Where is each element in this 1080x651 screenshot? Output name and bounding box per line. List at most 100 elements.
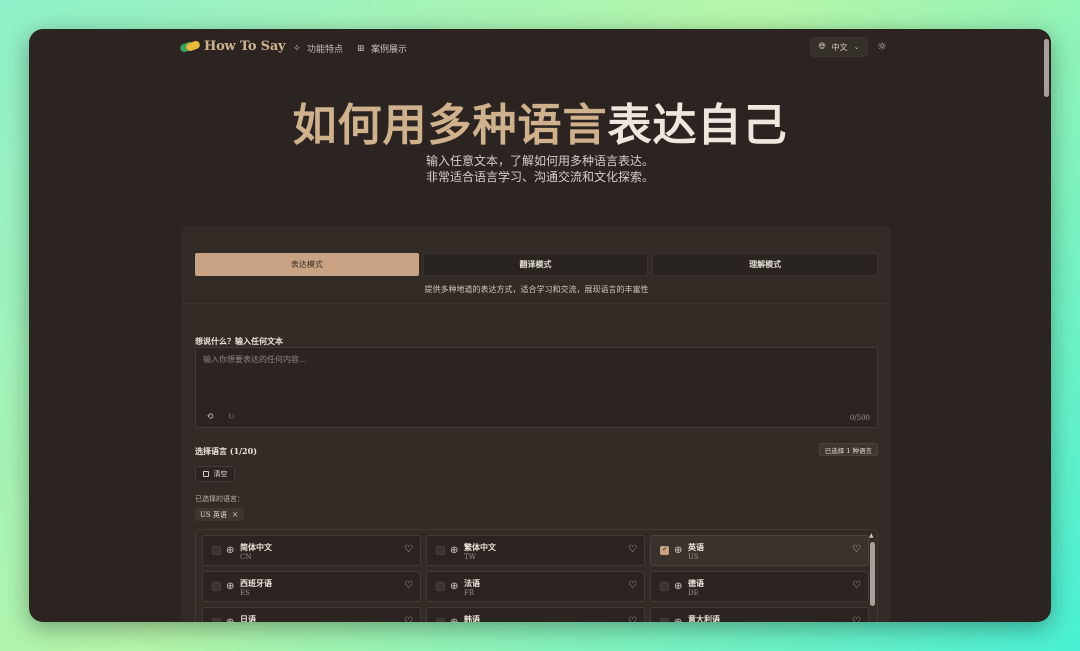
reset-icon[interactable]: ↻ — [225, 411, 237, 423]
checkbox[interactable] — [660, 582, 669, 591]
logo-text: How To Say — [204, 39, 286, 54]
nav-link-label: 案例展示 — [371, 45, 408, 55]
top-nav: How To Say ✧ 功能特点 ⊞ 案例展示 🌐︎ 中文 ⌄ ☼ — [179, 37, 890, 63]
tab-understand[interactable]: 理解模式 — [652, 253, 879, 276]
language-name: 繁体中文 — [464, 542, 496, 552]
checkbox[interactable] — [436, 582, 445, 591]
text-input-placeholder: 输入你想要表达的任何内容... — [203, 355, 307, 364]
language-code: FR — [464, 589, 475, 597]
language-code: DE — [688, 589, 699, 597]
language-name: 法语 — [464, 578, 480, 588]
language-code: ES — [240, 589, 250, 597]
mode-description: 提供多种地道的表达方式，适合学习和交流，展现语言的丰富性 — [424, 285, 649, 294]
checkbox[interactable] — [660, 618, 669, 622]
hero-title: 如何用多种语言表达自己 — [29, 89, 1051, 153]
globe-icon: ⊕ — [226, 545, 235, 556]
language-list: ⊕ 简体中文CN ♡ ⊕ 繁体中文TW ♡ ⊕ 英语US ♡ ⊕ 西班牙语ES ♡ ⊕ 法语FR ♡ ⊕ 德语D… — [195, 529, 878, 622]
language-option[interactable]: ⊕ 西班牙语 ES ♡ — [202, 571, 421, 602]
heart-icon[interactable]: ♡ — [628, 544, 637, 556]
clear-button[interactable]: 清空 — [195, 466, 235, 482]
language-name: 日语 — [240, 614, 256, 622]
selected-language-chip: US 英语 × — [195, 508, 244, 521]
language-option[interactable]: ⊕ 法语 FR ♡ — [426, 571, 645, 602]
language-name: 意大利语 — [688, 614, 720, 622]
text-input[interactable]: 输入你想要表达的任何内容... ⟲ ↻ 0/500 — [195, 347, 878, 428]
language-code: US — [688, 553, 699, 561]
checkbox[interactable] — [660, 545, 669, 555]
language-name: 韩语 — [464, 614, 480, 622]
grid-icon: ⊞ — [357, 43, 365, 54]
sparkles-icon: ✧ — [293, 43, 301, 54]
main-panel: 表达模式 翻译模式 理解模式 提供多种地道的表达方式，适合学习和交流，展现语言的… — [182, 226, 891, 622]
scroll-up-arrow-icon[interactable]: ▲ — [869, 532, 874, 539]
nav-link-showcase[interactable]: ⊞ 案例展示 — [357, 42, 408, 56]
language-code: CN — [240, 553, 252, 561]
language-grid: ⊕ 简体中文CN ♡ ⊕ 繁体中文TW ♡ ⊕ 英语US ♡ ⊕ 西班牙语ES ♡ ⊕ 法语FR ♡ ⊕ 德语D… — [202, 535, 869, 622]
language-option[interactable]: ⊕ 英语US ♡ — [650, 535, 869, 566]
language-option[interactable]: ⊕ 简体中文 CN ♡ — [202, 535, 421, 566]
checkbox[interactable] — [212, 582, 221, 591]
mode-tabs: 表达模式 翻译模式 理解模式 — [195, 253, 879, 276]
checkbox[interactable] — [212, 546, 221, 555]
nav-link-label: 功能特点 — [307, 45, 344, 55]
checkbox[interactable] — [212, 618, 221, 622]
app-window: How To Say ✧ 功能特点 ⊞ 案例展示 🌐︎ 中文 ⌄ ☼ 如何用多种… — [29, 29, 1051, 622]
globe-icon: ⊕ — [450, 581, 459, 592]
language-option[interactable]: ⊕ 日语 ♡ — [202, 607, 421, 622]
chosen-languages-label: 已选择的语言： — [195, 495, 244, 503]
globe-icon: ⊕ — [674, 617, 682, 622]
heart-icon[interactable]: ♡ — [628, 616, 637, 622]
hero-title-part2: 表达自己 — [607, 100, 788, 151]
theme-toggle-button[interactable]: ☼ — [874, 39, 890, 55]
language-name: 西班牙语 — [240, 578, 272, 588]
heart-icon[interactable]: ♡ — [404, 616, 413, 622]
globe-icon: ⊕ — [674, 545, 683, 556]
sun-icon: ☼ — [877, 40, 887, 53]
language-select-label: 中文 — [831, 42, 848, 52]
chip-label: US 英语 — [200, 510, 227, 519]
checkbox[interactable] — [436, 618, 445, 622]
checkbox[interactable] — [436, 546, 445, 555]
heart-icon[interactable]: ♡ — [852, 616, 861, 622]
history-icon[interactable]: ⟲ — [204, 411, 216, 423]
language-code: TW — [464, 553, 476, 561]
square-icon — [202, 471, 209, 477]
tab-express[interactable]: 表达模式 — [195, 253, 419, 276]
heart-icon[interactable]: ♡ — [628, 580, 637, 592]
language-option[interactable]: ⊕ 韩语 ♡ — [426, 607, 645, 622]
heart-icon[interactable]: ♡ — [852, 580, 861, 592]
tab-translate[interactable]: 翻译模式 — [422, 253, 649, 276]
chevron-down-icon: ⌄ — [853, 43, 860, 51]
hero-subtitle-line1: 输入任意文本，了解如何用多种语言表达。 — [425, 154, 654, 168]
globe-icon: ⊕ — [450, 545, 459, 556]
hero-title-part1: 如何用多种语言 — [292, 100, 608, 151]
language-option[interactable]: ⊕ 意大利语 ♡ — [650, 607, 869, 622]
heart-icon[interactable]: ♡ — [852, 544, 861, 556]
language-name: 德语 — [688, 578, 704, 588]
heart-icon[interactable]: ♡ — [404, 580, 413, 592]
language-section-title: 选择语言 (1/20) — [195, 446, 257, 456]
globe-icon: ⊕ — [450, 617, 458, 622]
logo[interactable]: How To Say — [179, 39, 286, 54]
char-counter: 0/500 — [849, 414, 870, 422]
globe-icon: 🌐︎ — [818, 42, 826, 52]
globe-icon: ⊕ — [226, 617, 234, 622]
logo-icon — [179, 39, 201, 54]
language-option[interactable]: ⊕ 德语 DE ♡ — [650, 571, 869, 602]
globe-icon: ⊕ — [226, 581, 235, 592]
divider — [182, 303, 891, 304]
close-icon[interactable]: × — [232, 510, 239, 519]
nav-link-features[interactable]: ✧ 功能特点 — [293, 42, 344, 56]
input-label: 想说什么？输入任何文本 — [195, 336, 283, 346]
language-name: 简体中文 — [240, 542, 272, 552]
selected-count-badge: 已选择 1 种语言 — [818, 443, 878, 456]
language-name: 英语 — [688, 542, 704, 552]
language-option[interactable]: ⊕ 繁体中文 TW ♡ — [426, 535, 645, 566]
language-list-scrollbar[interactable]: ▲ — [869, 532, 875, 622]
heart-icon[interactable]: ♡ — [404, 544, 413, 556]
language-list-scrollbar-thumb[interactable] — [870, 542, 875, 606]
globe-icon: ⊕ — [674, 581, 683, 592]
hero-subtitle-line2: 非常适合语言学习、沟通交流和文化探索。 — [425, 170, 654, 184]
language-select-button[interactable]: 🌐︎ 中文 ⌄ — [810, 37, 868, 57]
clear-button-label: 清空 — [213, 470, 228, 478]
